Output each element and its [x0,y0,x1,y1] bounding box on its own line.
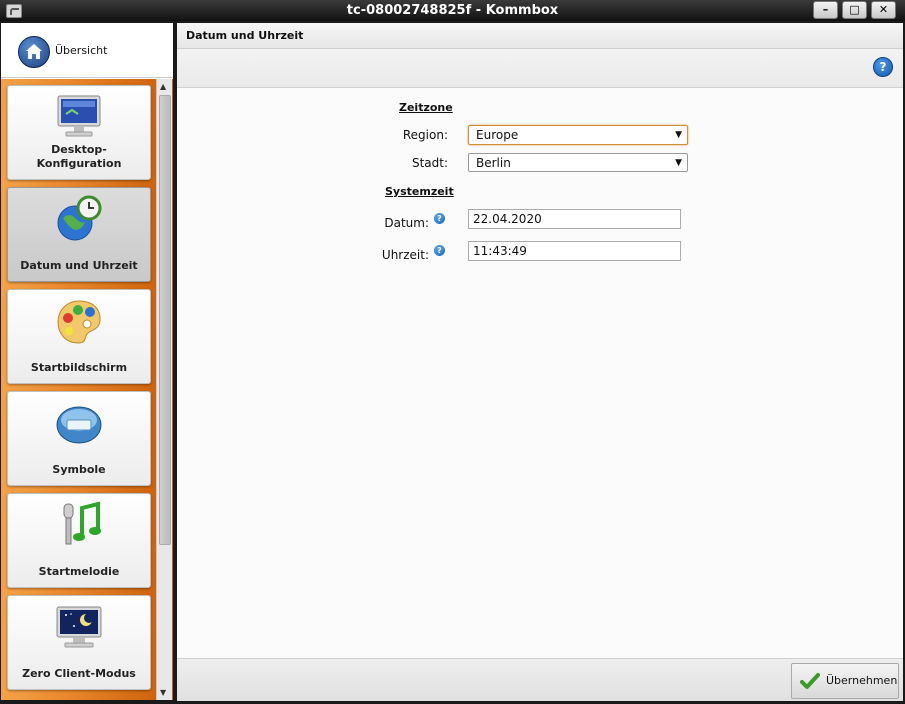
sidebar-item-zero-client[interactable]: Zero Client-Modus [7,595,151,690]
sidebar-item-desktop-config[interactable]: Desktop- Konfiguration [7,85,151,180]
scroll-down-arrow-icon[interactable]: ▼ [160,688,166,697]
checkmark-icon [800,673,820,689]
main-panel: Datum und Uhrzeit ? Zeitzone Region: Eur… [177,23,903,701]
sidebar-item-start-screen[interactable]: Startbildschirm [7,289,151,384]
sidebar-item-label: Startbildschirm [30,361,128,374]
sidebar-item-label: Zero Client-Modus [22,667,136,680]
time-help-icon[interactable]: ? [434,245,445,256]
overview-link[interactable]: Übersicht [1,23,173,78]
panel-footer: Übernehmen [177,658,903,701]
sidebar-item-label: Desktop- Konfiguration [36,143,122,170]
sidebar-item-label: Startmelodie [38,565,120,578]
systemtime-heading: Systemzeit [385,185,454,198]
globe-clock-icon [54,194,104,244]
dropdown-arrow-icon: ▼ [675,158,682,168]
scrollbar-thumb[interactable] [159,95,171,545]
sidebar-item-label: Datum und Uhrzeit [20,259,138,272]
home-icon [18,36,50,68]
palette-icon [54,296,104,346]
sidebar-nav: Desktop- Konfiguration Datum und Uhrzeit [1,79,173,700]
date-label: Datum: [384,216,429,230]
scroll-up-arrow-icon[interactable]: ▲ [160,82,166,91]
city-select[interactable]: Berlin ▼ [468,153,688,172]
time-input[interactable]: 11:43:49 [468,241,681,261]
date-help-icon[interactable]: ? [434,213,445,224]
sidebar-item-symbols[interactable]: Symbole [7,391,151,486]
maximize-button[interactable]: □ [842,1,867,19]
sidebar-scrollbar[interactable]: ▲ ▼ [156,79,172,700]
region-value: Europe [476,128,519,142]
sidebar-item-label: Symbole [52,463,106,476]
monitor-icon [54,92,104,142]
window-title: tc-08002748825f - Kommbox [346,3,559,18]
date-input[interactable]: 22.04.2020 [468,209,681,229]
panel-toolbar: ? [177,49,903,88]
overview-label: Übersicht [55,44,108,57]
help-icon[interactable]: ? [873,57,893,77]
minimize-button[interactable]: – [813,1,838,19]
night-monitor-icon [54,602,104,652]
sidebar-item-date-time[interactable]: Datum und Uhrzeit [7,187,151,282]
microphone-note-icon [54,500,104,550]
sidebar: Übersicht Desktop- Konfiguration Datum u… [1,23,173,700]
dropdown-arrow-icon: ▼ [675,130,682,140]
icons-badge-icon [54,398,104,448]
apply-button[interactable]: Übernehmen [791,663,899,699]
city-label: Stadt: [411,156,448,170]
panel-header: Datum und Uhrzeit [177,23,903,49]
close-button[interactable]: ✕ [871,1,896,19]
window-titlebar: tc-08002748825f - Kommbox – □ ✕ [0,0,905,21]
city-value: Berlin [476,156,511,170]
time-label: Uhrzeit: [381,248,429,262]
region-select[interactable]: Europe ▼ [468,125,688,145]
region-label: Region: [402,128,448,142]
timezone-heading: Zeitzone [399,101,453,114]
settings-form: Zeitzone Region: Europe ▼ Stadt: Berlin … [177,88,903,658]
apply-label: Übernehmen [826,674,898,687]
page-title: Datum und Uhrzeit [186,29,304,42]
sidebar-item-start-melody[interactable]: Startmelodie [7,493,151,588]
